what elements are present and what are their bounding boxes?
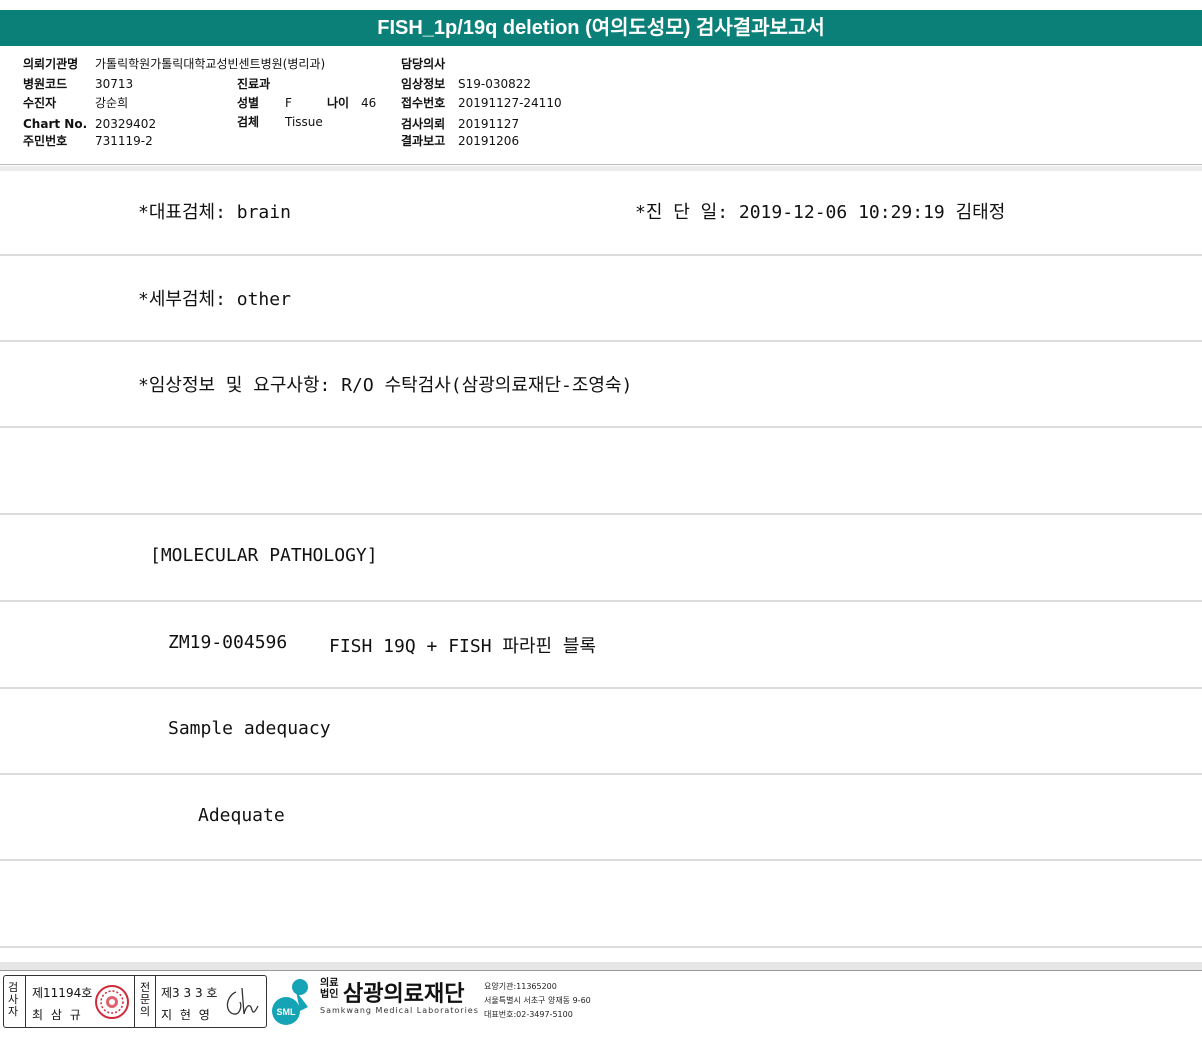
org-prefix: 의료법인 — [320, 978, 339, 1000]
row-divider — [0, 946, 1202, 948]
row-divider — [0, 340, 1202, 342]
row-divider — [0, 513, 1202, 515]
patient-value: 강순희 — [95, 96, 129, 110]
request-label: 검사의뢰 — [401, 117, 446, 131]
org-name: 삼광의료재단 — [343, 982, 465, 1007]
main-specimen: *대표검체: brain — [138, 202, 291, 223]
row-divider — [0, 859, 1202, 861]
test-name: FISH 19Q + FISH 파라핀 블록 — [329, 636, 597, 657]
adequacy-value: Adequate — [198, 805, 285, 826]
divider — [155, 976, 156, 1027]
signature-icon — [226, 987, 259, 1015]
doctor-label: 담당의사 — [401, 57, 446, 71]
specimen-value: Tissue — [285, 115, 323, 129]
specialist-license: 제3 3 3 호 — [161, 986, 218, 1000]
org-phone: 대표번호:02-3497-5100 — [484, 1010, 573, 1019]
diagnosis-date: *진 단 일: 2019-12-06 10:29:19 김태정 — [635, 202, 1006, 223]
footer-divider — [0, 970, 1202, 971]
request-value: 20191127 — [458, 117, 520, 131]
row-divider — [0, 687, 1202, 689]
specimen-label: 검체 — [237, 115, 260, 129]
signature-box: 검사자 제11194호 최 삼 규 전문의 제3 3 3 호 지 현 영 — [3, 975, 267, 1028]
row-divider — [0, 254, 1202, 256]
specialist-name: 지 현 영 — [161, 1008, 212, 1022]
chart-value: 20329402 — [95, 117, 157, 131]
patient-label: 수진자 — [23, 96, 57, 110]
clinical-value: S19-030822 — [458, 77, 532, 91]
adequacy-label: Sample adequacy — [168, 718, 331, 739]
age-value: 46 — [361, 96, 377, 110]
chart-label: Chart No. — [23, 117, 88, 131]
tester-license: 제11194호 — [32, 986, 93, 1000]
row-divider — [0, 426, 1202, 428]
sex-value: F — [285, 96, 292, 110]
rrn-value: 731119-2 — [95, 134, 153, 148]
org-name-en: Samkwang Medical Laboratories — [320, 1006, 479, 1015]
report-title: FISH_1p/19q deletion (여의도성모) 검사결과보고서 — [0, 10, 1202, 46]
footer-band — [0, 962, 1202, 970]
tester-name: 최 삼 규 — [32, 1008, 83, 1022]
age-label: 나이 — [327, 96, 350, 110]
sex-label: 성별 — [237, 96, 260, 110]
receipt-label: 접수번호 — [401, 96, 446, 110]
sub-specimen: *세부검체: other — [138, 289, 291, 310]
code-value: 30713 — [95, 77, 134, 91]
clinical-info: *임상정보 및 요구사항: R/O 수탁검사(삼광의료재단-조영숙) — [138, 375, 633, 396]
divider — [134, 976, 135, 1027]
section-title: [MOLECULAR PATHOLOGY] — [150, 545, 378, 566]
row-divider — [0, 773, 1202, 775]
rrn-label: 주민번호 — [23, 134, 68, 148]
receipt-value: 20191127-24110 — [458, 96, 562, 110]
tester-label: 검사자 — [7, 981, 19, 1018]
tester-seal-icon — [95, 985, 129, 1019]
sml-logo-text: SML — [277, 1007, 297, 1017]
specialist-label: 전문의 — [139, 981, 151, 1018]
report-value: 20191206 — [458, 134, 520, 148]
divider — [25, 976, 26, 1027]
header-divider — [0, 164, 1202, 165]
dept-label: 진료과 — [237, 77, 271, 91]
header-divider-band — [0, 166, 1202, 171]
sml-logo-icon: SML — [272, 979, 308, 1025]
org-address: 서울특별시 서초구 양재동 9-60 — [484, 996, 591, 1005]
code-label: 병원코드 — [23, 77, 68, 91]
row-divider — [0, 600, 1202, 602]
hospital-label: 의뢰기관명 — [23, 57, 79, 71]
test-id: ZM19-004596 — [168, 632, 288, 653]
report-label: 결과보고 — [401, 134, 446, 148]
institution-code: 요양기관:11365200 — [484, 982, 557, 991]
hospital-value: 가톨릭학원가톨릭대학교성빈센트병원(병리과) — [95, 57, 326, 71]
clinical-label: 임상정보 — [401, 77, 446, 91]
